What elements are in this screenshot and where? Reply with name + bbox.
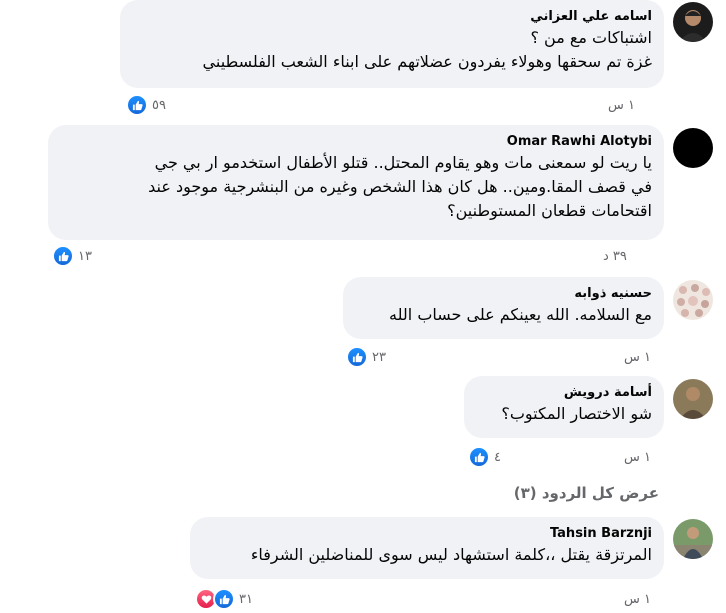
view-all-replies-link[interactable]: عرض كل الردود (٣) bbox=[0, 484, 659, 502]
reaction-summary[interactable]: ٣١ bbox=[195, 588, 253, 610]
comment-author[interactable]: حسنيه ذوابه bbox=[355, 285, 652, 303]
comment-text-line: يا ريت لو سمعنى مات وهو يقاوم المحتل.. ق… bbox=[154, 153, 652, 172]
reaction-summary[interactable]: ٥٩ bbox=[126, 94, 166, 116]
avatar[interactable] bbox=[673, 2, 713, 42]
reaction-count: ٢٣ bbox=[372, 349, 386, 365]
comment-text-line: اشتباكات مع من ؟ bbox=[530, 28, 652, 47]
like-icon bbox=[213, 588, 235, 610]
like-icon bbox=[468, 446, 490, 468]
comment-text-line: اقتحامات قطعان المستوطنين؟ bbox=[447, 201, 652, 220]
reaction-summary[interactable]: ٤ bbox=[468, 446, 501, 468]
comment-timestamp[interactable]: ١ س bbox=[624, 450, 651, 465]
reaction-count: ١٣ bbox=[78, 248, 92, 264]
like-icon bbox=[52, 245, 74, 267]
like-icon bbox=[126, 94, 148, 116]
comment-bubble: اسامه علي العزاني اشتباكات مع من ؟ غزة ت… bbox=[120, 0, 664, 88]
reaction-count: ٤ bbox=[494, 449, 501, 465]
comment-text-line: المرتزقة يقتل ،،كلمة استشهاد ليس سوى للم… bbox=[250, 545, 652, 564]
comment-text-line: شو الاختصار المكتوب؟ bbox=[501, 404, 652, 423]
comment-bubble: حسنيه ذوابه مع السلامه. الله يعينكم على … bbox=[343, 277, 664, 339]
reaction-summary[interactable]: ٢٣ bbox=[346, 346, 386, 368]
comment-timestamp[interactable]: ١ س bbox=[624, 350, 651, 365]
avatar[interactable] bbox=[673, 280, 713, 320]
avatar[interactable] bbox=[673, 519, 713, 559]
comment-bubble: أسامة درويش شو الاختصار المكتوب؟ bbox=[464, 376, 664, 438]
comment-author[interactable]: Omar Rawhi Alotybi bbox=[60, 133, 652, 151]
reaction-count: ٣١ bbox=[239, 591, 253, 607]
comment-author[interactable]: Tahsin Barznji bbox=[202, 525, 652, 543]
comment-bubble: Omar Rawhi Alotybi يا ريت لو سمعنى مات و… bbox=[48, 125, 664, 240]
reaction-count: ٥٩ bbox=[152, 97, 166, 113]
comment-bubble: Tahsin Barznji المرتزقة يقتل ،،كلمة استش… bbox=[190, 517, 664, 579]
comment-author[interactable]: اسامه علي العزاني bbox=[132, 8, 652, 26]
like-icon bbox=[346, 346, 368, 368]
avatar[interactable] bbox=[673, 128, 713, 168]
comment-text-line: في قصف المقا.ومين.. هل كان هذا الشخص وغي… bbox=[148, 177, 652, 196]
comment-author[interactable]: أسامة درويش bbox=[476, 384, 652, 402]
comment-timestamp[interactable]: ٣٩ د bbox=[603, 249, 627, 264]
avatar[interactable] bbox=[673, 379, 713, 419]
comment-timestamp[interactable]: ١ س bbox=[608, 98, 635, 113]
reaction-summary[interactable]: ١٣ bbox=[52, 245, 92, 267]
comment-text-line: مع السلامه. الله يعينكم على حساب الله bbox=[389, 305, 652, 324]
comment-text-line: غزة تم سحقها وهولاء يفردون عضلاتهم على ا… bbox=[202, 52, 652, 71]
comment-timestamp[interactable]: ١ س bbox=[624, 592, 651, 607]
